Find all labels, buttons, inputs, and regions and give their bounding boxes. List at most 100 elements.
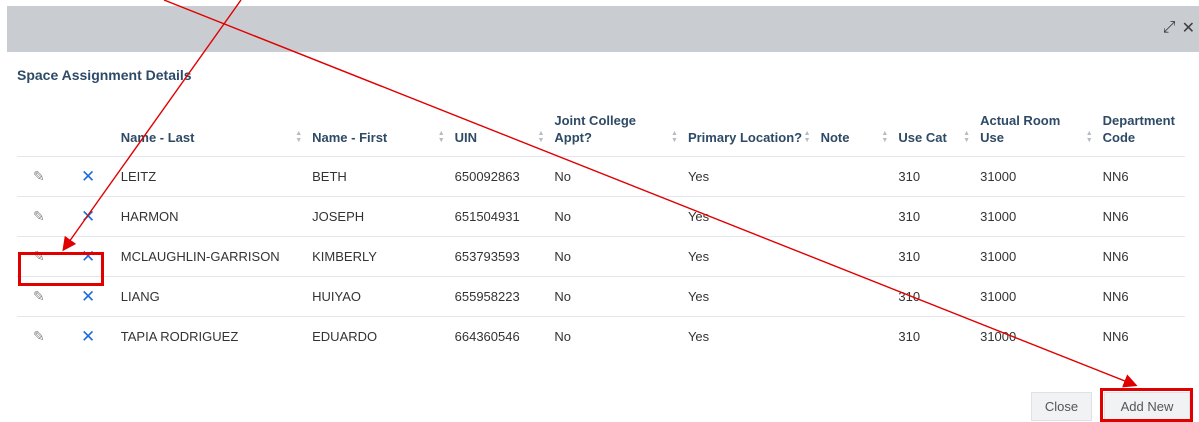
column-header[interactable]: Joint College Appt? ▲ ▼ [554,112,688,157]
sort-icon[interactable]: ▲ ▼ [671,130,678,144]
column-header-label: Name - First [312,130,388,145]
sort-icon[interactable]: ▲ ▼ [881,130,888,144]
sort-icon[interactable]: ▲ ▼ [295,130,302,144]
column-header-label: Department Code [1102,113,1175,145]
sort-icon[interactable]: ▲ ▼ [1086,130,1093,144]
pencil-icon[interactable]: ✎ [33,208,45,224]
x-icon[interactable]: ✕ [81,287,95,306]
column-header-label: Actual Room Use [980,113,1061,145]
cell-use-cat: 310 [898,196,981,237]
cell-uin: 655958223 [454,276,555,317]
column-header [17,112,50,157]
cell-dept: NN6 [1102,236,1185,277]
column-header-label: Primary Location? [687,130,803,145]
expand-icon[interactable]: ⤢ [1163,19,1176,37]
cell-room-use: 31000 [980,316,1103,356]
column-header[interactable]: Use Cat ▲ ▼ [898,112,980,157]
pencil-icon[interactable]: ✎ [33,328,45,344]
assignment-table: Name - Last ▲ ▼ Name - First ▲ ▼ UIN ▲ ▼ Joint Co… [17,112,1185,356]
edit-cell: ✎ [17,196,50,237]
pencil-icon[interactable]: ✎ [33,288,45,304]
cell-joint: No [554,156,688,197]
cell-note [820,156,899,197]
column-header[interactable]: Name - Last ▲ ▼ [121,112,312,157]
cell-dept: NN6 [1102,316,1185,356]
cell-joint: No [554,196,688,237]
cell-room-use: 31000 [980,236,1103,277]
column-header-label: Name - Last [120,130,195,145]
column-header-label: Note [820,130,850,145]
cell-dept: NN6 [1102,156,1185,197]
column-header[interactable]: Actual Room Use ▲ ▼ [980,112,1103,157]
cell-primary: Yes [687,316,821,356]
close-icon[interactable]: ✕ [1182,18,1195,38]
cell-first: KIMBERLY [312,236,455,277]
cell-use-cat: 310 [898,276,981,317]
dialog-titlebar: ⤢ ✕ [7,6,1199,52]
section-title: Space Assignment Details [17,67,192,83]
column-header[interactable]: Note ▲ ▼ [821,112,899,157]
cell-primary: Yes [687,196,821,237]
delete-cell: ✕ [49,316,121,356]
column-header-label: Use Cat [898,130,947,145]
cell-last: MCLAUGHLIN-GARRISON [120,236,313,277]
table-row: ✎ ✕ LEITZ BETH 650092863 No Yes 310 31000 NN6 [17,156,1185,197]
cell-joint: No [554,236,688,277]
cell-note [820,276,899,317]
cell-primary: Yes [687,156,821,197]
edit-cell: ✎ [17,316,50,356]
cell-joint: No [554,316,688,356]
cell-use-cat: 310 [898,156,981,197]
delete-cell: ✕ [49,196,121,237]
cell-last: TAPIA RODRIGUEZ [120,316,313,356]
sort-icon[interactable]: ▲ ▼ [537,130,544,144]
pencil-icon[interactable]: ✎ [33,168,45,184]
cell-primary: Yes [687,276,821,317]
column-header[interactable]: Primary Location? ▲ ▼ [688,112,821,157]
cell-note [820,316,899,356]
column-header-label: UIN [454,130,478,145]
cell-dept: NN6 [1102,196,1185,237]
column-header: Department Code [1103,112,1185,157]
highlight-row-actions [18,252,104,286]
x-icon[interactable]: ✕ [81,327,95,346]
cell-last: HARMON [120,196,313,237]
cell-first: BETH [312,156,455,197]
cell-first: EDUARDO [312,316,455,356]
edit-cell: ✎ [17,156,50,197]
cell-dept: NN6 [1102,276,1185,317]
cell-uin: 664360546 [454,316,555,356]
cell-note [820,196,899,237]
column-header-label: Joint College Appt? [554,113,637,145]
table-row: ✎ ✕ HARMON JOSEPH 651504931 No Yes 310 31000 NN6 [17,196,1185,237]
close-button[interactable]: Close [1031,392,1092,421]
table-row: ✎ ✕ LIANG HUIYAO 655958223 No Yes 310 31000 NN6 [17,276,1185,317]
cell-joint: No [554,276,688,317]
highlight-add-new [1100,388,1193,422]
cell-note [820,236,899,277]
cell-room-use: 31000 [980,196,1103,237]
delete-cell: ✕ [49,156,121,197]
x-icon[interactable]: ✕ [81,207,95,226]
cell-last: LEITZ [120,156,313,197]
cell-first: HUIYAO [312,276,455,317]
table-row: ✎ ✕ TAPIA RODRIGUEZ EDUARDO 664360546 No Yes 31… [17,316,1185,356]
cell-first: JOSEPH [312,196,455,237]
table-header-row: Name - Last ▲ ▼ Name - First ▲ ▼ UIN ▲ ▼ Joint Co… [17,112,1185,157]
sort-icon[interactable]: ▲ ▼ [438,130,445,144]
cell-use-cat: 310 [898,316,981,356]
cell-last: LIANG [120,276,313,317]
cell-primary: Yes [687,236,821,277]
x-icon[interactable]: ✕ [81,167,95,186]
sort-icon[interactable]: ▲ ▼ [804,130,811,144]
cell-uin: 651504931 [454,196,555,237]
table-row: ✎ ✕ MCLAUGHLIN-GARRISON KIMBERLY 653793593 No… [17,236,1185,277]
column-header [50,112,121,157]
cell-use-cat: 310 [898,236,981,277]
sort-icon[interactable]: ▲ ▼ [963,130,970,144]
cell-room-use: 31000 [980,276,1103,317]
column-header[interactable]: UIN ▲ ▼ [455,112,555,157]
cell-room-use: 31000 [980,156,1103,197]
cell-uin: 650092863 [454,156,555,197]
column-header[interactable]: Name - First ▲ ▼ [312,112,455,157]
